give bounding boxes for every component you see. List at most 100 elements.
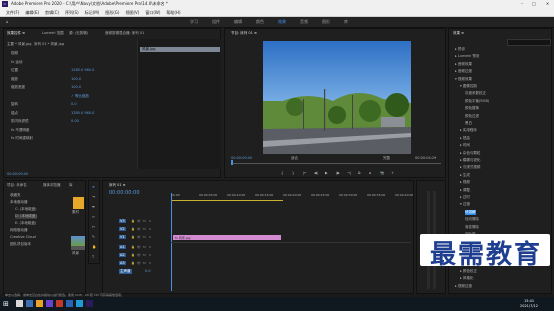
workspace-tab[interactable]: 颜色: [256, 19, 264, 25]
master-volume[interactable]: 0.0: [145, 269, 151, 273]
effects-tree-item[interactable]: ▸ 生成: [460, 173, 470, 178]
track-control-icon[interactable]: 👁: [137, 253, 141, 257]
workspace-tab[interactable]: 效果: [278, 19, 286, 25]
tool-icon[interactable]: ✋: [92, 245, 96, 249]
workspace-tab[interactable]: 图形: [322, 19, 330, 25]
effect-property-value[interactable]: 0.00: [71, 119, 79, 123]
track-control-icon[interactable]: S: [149, 245, 151, 249]
taskbar-app-icon[interactable]: [36, 300, 43, 307]
effects-tree-item[interactable]: 灰度系数校正: [465, 91, 486, 96]
effect-property-value[interactable]: 100.0: [71, 85, 81, 89]
taskbar-app-icon[interactable]: [46, 300, 53, 307]
effects-tree-item[interactable]: ▾ 视频效果: [455, 77, 472, 82]
effects-tree-item[interactable]: ▸ Lumetri 预设: [455, 54, 479, 59]
taskbar-app-icon[interactable]: [86, 300, 93, 307]
effects-tree-item[interactable]: ▸ 扭曲: [460, 136, 470, 141]
menu-item[interactable]: 编辑(E): [25, 10, 39, 15]
media-browser-item[interactable]: Creative Cloud: [10, 235, 36, 239]
menu-item[interactable]: 文件(F): [6, 10, 19, 15]
minimize-button[interactable]: –: [516, 0, 528, 8]
track-control-icon[interactable]: 👁: [137, 261, 141, 265]
track-control-icon[interactable]: S: [149, 235, 151, 239]
tool-icon[interactable]: ✂: [92, 215, 95, 219]
effects-tree-item[interactable]: ▸ 模糊与锐化: [460, 158, 480, 163]
media-browser-item[interactable]: E: (本地磁盘): [15, 221, 36, 226]
workspace-tab[interactable]: 库: [344, 19, 348, 25]
track-control-icon[interactable]: M: [143, 261, 146, 265]
track-control-icon[interactable]: 🔒: [131, 235, 135, 239]
track-label[interactable]: V3: [119, 219, 126, 223]
media-browser-item[interactable]: D: (本地磁盘): [15, 214, 37, 219]
track-control-icon[interactable]: S: [149, 253, 151, 257]
start-button[interactable]: ⊞: [3, 300, 9, 308]
track-control-icon[interactable]: M: [143, 245, 146, 249]
menu-item[interactable]: 图形(G): [105, 10, 119, 15]
effect-controls-tab[interactable]: 源: (无剪辑): [69, 31, 88, 36]
taskbar-app-icon[interactable]: [66, 300, 73, 307]
tool-icon[interactable]: ↔: [92, 225, 95, 229]
menu-item[interactable]: 剪辑(C): [45, 10, 59, 15]
menu-item[interactable]: 标记(M): [85, 10, 100, 15]
effect-property-value[interactable]: 0.0: [71, 102, 77, 106]
tool-icon[interactable]: ⇥: [92, 195, 95, 199]
project-tab[interactable]: 媒体浏览器: [43, 183, 61, 188]
track-label[interactable]: A2: [119, 253, 126, 257]
transport-control-icon[interactable]: →|: [347, 171, 351, 175]
track-control-icon[interactable]: S: [149, 227, 151, 231]
effects-tree-item[interactable]: ▸ 音频效果: [455, 62, 472, 67]
effects-tree-item[interactable]: ▸ 调整: [460, 188, 470, 193]
workspace-tab[interactable]: 音频: [300, 19, 308, 25]
transport-control-icon[interactable]: |▶: [336, 171, 340, 175]
track-label[interactable]: A3: [119, 261, 126, 265]
timeline-tab[interactable]: 序列 01 ≡: [109, 183, 126, 188]
effects-tree-item[interactable]: ▸ 风格化: [460, 276, 473, 281]
effect-controls-tab[interactable]: 效果控件 ≡: [7, 31, 25, 36]
effects-tree-item[interactable]: ▸ 时间: [460, 143, 470, 148]
effects-tree-item[interactable]: 径向擦除: [465, 217, 479, 222]
track-control-icon[interactable]: 👁: [137, 235, 141, 239]
fit-select[interactable]: 适合: [291, 156, 298, 161]
transport-control-icon[interactable]: ⧈: [369, 171, 371, 175]
track-control-icon[interactable]: 👁: [137, 227, 141, 231]
effects-tree-item[interactable]: 渐变擦除: [465, 225, 479, 230]
effect-controls-tab[interactable]: 音频剪辑混合器: 序列 01: [105, 31, 144, 36]
transport-control-icon[interactable]: }: [292, 171, 294, 175]
effects-tree-item[interactable]: ▸ 杂色与颗粒: [460, 151, 480, 156]
media-browser-item[interactable]: 网络驱动器: [10, 228, 28, 233]
track-label[interactable]: A1: [119, 245, 126, 249]
tool-icon[interactable]: ➤: [92, 185, 95, 189]
media-browser-item[interactable]: 团队项目版本: [10, 242, 31, 247]
track-control-icon[interactable]: M: [143, 227, 146, 231]
taskbar-app-icon[interactable]: [76, 300, 83, 307]
timeline-clip[interactable]: fx 风景.jpg: [173, 235, 281, 240]
effects-tree-item[interactable]: ▸ 实用程序: [460, 128, 477, 133]
project-tab[interactable]: 项目: 未命名: [7, 183, 27, 188]
project-tab[interactable]: 库: [69, 183, 73, 188]
tool-icon[interactable]: T: [92, 255, 94, 259]
track-label[interactable]: V1: [119, 235, 126, 239]
taskbar-app-icon[interactable]: [26, 300, 33, 307]
effects-tree-item[interactable]: 黑白: [465, 121, 472, 126]
effects-tree-item[interactable]: ▸ 视频: [460, 180, 470, 185]
effects-tree-item[interactable]: ▾ 图像控制: [460, 84, 477, 89]
effects-tree-item[interactable]: 颜色平衡(RGB): [465, 99, 489, 104]
transport-control-icon[interactable]: 📷: [380, 171, 384, 175]
track-label[interactable]: 主声道: [119, 269, 132, 274]
track-control-icon[interactable]: 🔒: [131, 261, 135, 265]
tool-icon[interactable]: ⇼: [92, 205, 95, 209]
effect-property-value[interactable]: 1280.0 960.0: [71, 68, 94, 72]
track-control-icon[interactable]: 🔒: [131, 245, 135, 249]
workspace-tab[interactable]: 组件: [212, 19, 220, 25]
thumb-landscape[interactable]: [71, 236, 85, 250]
transport-control-icon[interactable]: |←: [303, 171, 307, 175]
track-control-icon[interactable]: M: [143, 235, 146, 239]
media-browser-item[interactable]: 本地驱动器: [10, 200, 28, 205]
effects-tree-item[interactable]: 颜色过滤: [465, 114, 479, 119]
track-control-icon[interactable]: 🔒: [131, 227, 135, 231]
playhead-marker[interactable]: [231, 160, 233, 165]
track-control-icon[interactable]: 👁: [137, 219, 141, 223]
close-button[interactable]: ✕: [541, 0, 554, 8]
taskbar-app-icon[interactable]: [16, 300, 23, 307]
effects-search-input[interactable]: [507, 39, 551, 46]
menu-item[interactable]: 序列(S): [65, 10, 79, 15]
